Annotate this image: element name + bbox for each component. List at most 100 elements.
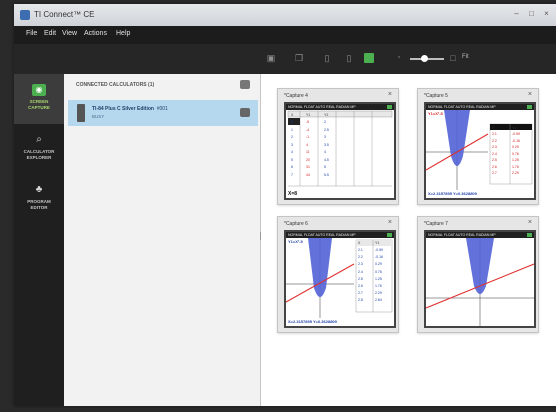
battery-icon <box>387 105 392 109</box>
rail-calculator-explorer[interactable]: ⌕ CALCULATOR EXPLORER <box>14 124 64 174</box>
capture-title: *Capture 4 <box>284 93 308 99</box>
table-cell: 2.6 <box>358 284 363 288</box>
table-cell: 1.25 <box>375 276 382 281</box>
function-label: Y1=X²-5 <box>428 111 443 116</box>
table-cell: 2.29 <box>375 291 382 296</box>
connected-calculators-header: CONNECTED CALCULATORS (1) <box>76 82 155 88</box>
table-cell: 6 <box>291 165 293 169</box>
rail-screen-capture[interactable]: ◉ SCREEN CAPTURE <box>14 74 64 124</box>
table-cell: -4 <box>306 127 310 132</box>
close-icon[interactable]: × <box>528 219 532 226</box>
search-icon: ⌕ <box>36 134 42 145</box>
table-cell: 20 <box>306 157 310 162</box>
table-cell: 0.76 <box>375 269 382 274</box>
table-cell: 4 <box>324 150 326 154</box>
table-cell: 2.5 <box>358 276 363 281</box>
close-icon[interactable]: × <box>528 91 532 98</box>
rail-program-editor[interactable]: ♣ PROGRAM EDITOR <box>14 174 64 224</box>
table-cell: 1.76 <box>512 164 519 169</box>
table-cell: 1 <box>291 127 293 132</box>
device-list-item[interactable]: TI-84 Plus C Silver Edition #001 BUSY <box>68 100 258 126</box>
workspace-rail: ◉ SCREEN CAPTURE ⌕ CALCULATOR EXPLORER ♣… <box>14 74 64 406</box>
trace-coordinates: X=2.3157895 Y=0.3628809 <box>288 319 337 324</box>
table-cell: 2.3 <box>492 145 497 149</box>
table-header-cell: X <box>492 125 495 130</box>
function-graph <box>426 238 534 326</box>
table-cell: -0.16 <box>512 138 520 143</box>
battery-icon <box>387 233 392 237</box>
table-cell: 2.4 <box>358 269 363 274</box>
battery-icon <box>527 105 532 109</box>
delete-icon[interactable]: ▯ <box>322 53 332 63</box>
table-cell: 11 <box>306 150 310 154</box>
table-cell: 2.4 <box>492 151 497 156</box>
sitemap-icon: ♣ <box>35 184 43 195</box>
table-cell: -0.16 <box>375 255 383 260</box>
connected-calculators-panel: CONNECTED CALCULATORS (1) TI-84 Plus C S… <box>64 74 261 406</box>
table-cell: 2.84 <box>375 298 382 303</box>
capture-card[interactable]: *Capture 4 × NORMAL FLOAT AUTO REAL RADI… <box>277 88 399 205</box>
zoom-slider-handle[interactable] <box>421 55 428 62</box>
menu-help[interactable]: Help <box>116 30 130 37</box>
close-icon[interactable]: × <box>388 91 392 98</box>
menu-edit[interactable]: Edit <box>44 30 56 37</box>
table-grid <box>287 110 393 187</box>
captures-area: *Capture 4 × NORMAL FLOAT AUTO REAL RADI… <box>261 74 556 406</box>
table-cell: 3 <box>291 142 293 147</box>
maximize-icon[interactable]: □ <box>525 8 538 20</box>
minimize-icon[interactable]: – <box>510 8 523 20</box>
close-icon[interactable]: × <box>388 219 392 226</box>
table-cell: 4 <box>306 142 308 147</box>
menu-actions[interactable]: Actions <box>84 30 107 37</box>
table-header-cell: Y1 <box>375 240 380 245</box>
save-icon[interactable]: ▣ <box>266 53 276 63</box>
table-cell: 2.3 <box>358 262 363 267</box>
copy-icon[interactable]: ❐ <box>294 53 304 63</box>
zoom-fit-label[interactable]: Fit <box>462 54 469 60</box>
table-cell: 3 <box>324 135 326 139</box>
rail-label-screen-capture: SCREEN CAPTURE <box>28 99 50 110</box>
table-cell: 2 <box>324 120 326 124</box>
settings-icon[interactable]: ▯ <box>344 53 354 63</box>
app-logo-icon <box>20 10 30 20</box>
window-title: TI Connect™ CE <box>34 10 95 19</box>
take-screenshot-icon[interactable] <box>364 53 374 63</box>
table-cell: 2.29 <box>512 171 519 175</box>
table-cell: 2.6 <box>492 164 497 169</box>
camera-icon[interactable] <box>240 80 250 89</box>
table-cell: 3.5 <box>324 142 329 147</box>
table-cell: -1 <box>306 135 310 139</box>
table-cell: 0.76 <box>512 151 519 156</box>
table-cell: 2.7 <box>492 171 497 175</box>
table-cell: 7 <box>291 172 293 177</box>
table-header-cell: X <box>291 112 294 117</box>
function-label: Y1=X²-5 <box>288 239 303 244</box>
table-cell: 0.29 <box>375 262 382 267</box>
table-cell: 2.8 <box>358 298 363 303</box>
table-cell: 31 <box>306 165 310 169</box>
table-header-cell: Y2 <box>324 112 329 117</box>
zoom-in-icon[interactable]: □ <box>448 53 458 63</box>
table-cell: 5.5 <box>324 172 329 177</box>
title-bar: TI Connect™ CE – □ × <box>14 4 556 26</box>
menu-view[interactable]: View <box>62 30 77 37</box>
toolbar: ▣ ❐ ▯ ▯ ▫ □ Fit <box>14 44 556 75</box>
capture-title: *Capture 6 <box>284 221 308 227</box>
table-header-cell: X <box>358 240 361 245</box>
capture-title: *Capture 5 <box>424 93 448 99</box>
table-cell: 2.5 <box>324 127 329 132</box>
rail-label-calculator-explorer: CALCULATOR EXPLORER <box>23 149 55 160</box>
capture-card[interactable]: *Capture 6 × NORMAL FLOAT AUTO REAL RADI… <box>277 216 399 333</box>
close-icon[interactable]: × <box>540 8 553 20</box>
table-header-cell: Y1 <box>306 112 311 117</box>
camera-icon[interactable] <box>240 108 250 117</box>
table-cell: 2.1 <box>492 132 497 136</box>
menu-file[interactable]: File <box>26 30 37 37</box>
capture-card[interactable]: *Capture 5 × NORMAL FLOAT AUTO REAL RADI… <box>417 88 539 205</box>
zoom-out-icon[interactable]: ▫ <box>394 53 404 63</box>
calculator-screen: NORMAL FLOAT AUTO REAL RADIAN MP <box>424 230 536 328</box>
device-status: BUSY <box>92 114 105 119</box>
calculator-icon <box>77 104 85 122</box>
table-cell: 2.2 <box>492 138 497 143</box>
capture-card[interactable]: *Capture 7 × NORMAL FLOAT AUTO REAL RADI… <box>417 216 539 333</box>
